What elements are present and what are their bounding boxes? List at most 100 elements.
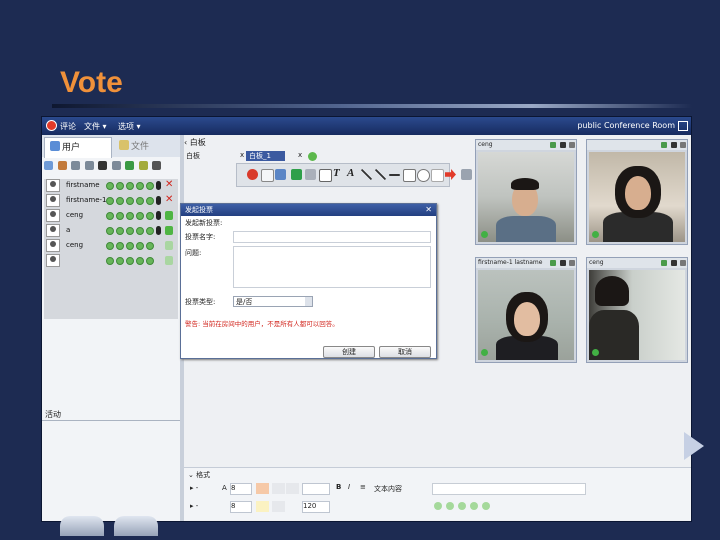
permission-icon[interactable] xyxy=(106,197,114,205)
text-content-input[interactable] xyxy=(432,483,586,495)
permission-icon[interactable] xyxy=(106,212,114,220)
align-icon[interactable]: ≡ xyxy=(360,483,366,491)
permission-icon[interactable] xyxy=(126,182,134,190)
edit-icon[interactable] xyxy=(111,161,121,170)
menu-item-options[interactable]: 选项 ▾ xyxy=(118,121,141,132)
font-size-input[interactable]: 8 xyxy=(230,483,252,495)
color-picker-icon[interactable] xyxy=(286,483,299,494)
new-page-icon[interactable] xyxy=(261,169,274,182)
mic-icon[interactable] xyxy=(671,142,677,148)
refresh-icon[interactable] xyxy=(125,161,135,170)
permission-icon[interactable] xyxy=(146,197,154,205)
user-group-icon[interactable] xyxy=(57,161,67,170)
ellipse-icon[interactable] xyxy=(417,169,430,182)
lock-icon[interactable] xyxy=(138,161,148,170)
mic-icon[interactable] xyxy=(671,260,677,266)
underline-icon[interactable] xyxy=(389,174,400,176)
italic-icon[interactable]: I xyxy=(348,483,350,491)
cancel-button[interactable]: 取消 xyxy=(379,346,431,358)
mic-icon[interactable] xyxy=(156,196,161,205)
line-style-select[interactable] xyxy=(302,483,330,495)
tab-files[interactable]: 文件 xyxy=(114,137,178,157)
permission-icon[interactable] xyxy=(146,212,154,220)
create-poll-button[interactable]: 创建 xyxy=(323,346,375,358)
font-tool-icon[interactable]: A xyxy=(347,167,354,179)
whiteboard-tab-1[interactable]: 白板 xyxy=(186,151,200,161)
last-page-icon[interactable] xyxy=(482,502,490,510)
permission-icon[interactable] xyxy=(136,227,144,235)
arrow-icon[interactable] xyxy=(445,169,456,180)
camera-icon[interactable] xyxy=(661,142,667,148)
permission-icon[interactable] xyxy=(146,227,154,235)
mic-icon[interactable] xyxy=(560,142,566,148)
bold-icon[interactable]: B xyxy=(336,483,341,491)
permission-icon[interactable] xyxy=(116,257,124,265)
permission-icon[interactable] xyxy=(136,197,144,205)
text-tool-icon[interactable]: T xyxy=(333,167,340,179)
close-tab-icon[interactable]: x xyxy=(240,151,244,159)
screen-share-icon[interactable] xyxy=(152,161,162,170)
permission-icon[interactable] xyxy=(106,182,114,190)
clear-icon[interactable] xyxy=(431,169,444,182)
app-logo-icon[interactable] xyxy=(46,120,57,131)
poll-name-input[interactable] xyxy=(233,231,431,243)
settings-icon[interactable] xyxy=(680,260,686,266)
color-picker-icon[interactable] xyxy=(272,483,285,494)
mic-icon[interactable] xyxy=(560,260,566,266)
permission-icon[interactable] xyxy=(106,227,114,235)
question-textarea[interactable] xyxy=(233,246,431,288)
close-tab-icon[interactable]: x xyxy=(298,151,302,159)
play-icon[interactable] xyxy=(458,502,466,510)
slide-nav-tab[interactable] xyxy=(60,516,104,536)
color-picker-icon[interactable] xyxy=(272,501,285,512)
permission-icon[interactable] xyxy=(126,212,134,220)
pen-icon[interactable] xyxy=(361,169,372,180)
camera-icon[interactable] xyxy=(661,260,667,266)
status-icon[interactable] xyxy=(165,256,173,265)
font-size-icon[interactable]: A xyxy=(222,484,227,492)
save-icon[interactable] xyxy=(275,169,286,180)
permission-icon[interactable] xyxy=(106,242,114,250)
mic-icon[interactable] xyxy=(98,161,108,170)
permission-icon[interactable] xyxy=(126,242,134,250)
mic-icon[interactable] xyxy=(156,181,161,190)
rectangle-icon[interactable] xyxy=(403,169,416,182)
permission-icon[interactable] xyxy=(136,212,144,220)
stop-icon[interactable] xyxy=(247,169,258,180)
mic-icon[interactable] xyxy=(156,211,161,220)
status-icon[interactable] xyxy=(165,226,173,235)
permission-icon[interactable] xyxy=(136,182,144,190)
hand-icon[interactable] xyxy=(305,169,316,180)
line-icon[interactable] xyxy=(375,169,386,180)
slide-nav-tab[interactable] xyxy=(114,516,158,536)
permission-icon[interactable] xyxy=(136,257,144,265)
user-row[interactable] xyxy=(44,254,178,268)
zoom-input[interactable]: 120 xyxy=(302,501,330,513)
user-row[interactable]: firstname ✕ xyxy=(44,179,178,193)
permission-icon[interactable] xyxy=(146,257,154,265)
permission-icon[interactable] xyxy=(116,227,124,235)
first-page-icon[interactable] xyxy=(434,502,442,510)
user-row[interactable]: a xyxy=(44,224,178,238)
settings-icon[interactable] xyxy=(569,142,575,148)
permission-icon[interactable] xyxy=(116,182,124,190)
next-slide-icon[interactable] xyxy=(684,432,704,460)
pencil-icon[interactable] xyxy=(84,161,94,170)
permission-icon[interactable] xyxy=(116,242,124,250)
mic-icon[interactable] xyxy=(156,226,161,235)
permission-icon[interactable] xyxy=(126,197,134,205)
undo-icon[interactable] xyxy=(291,169,302,180)
user-row[interactable]: ceng xyxy=(44,209,178,223)
permission-icon[interactable] xyxy=(106,257,114,265)
permission-icon[interactable] xyxy=(116,197,124,205)
prev-page-icon[interactable] xyxy=(446,502,454,510)
fill-color-swatch[interactable] xyxy=(256,483,269,494)
settings-icon[interactable] xyxy=(680,142,686,148)
poll-type-select[interactable]: 是/否 xyxy=(233,296,313,307)
permission-icon[interactable] xyxy=(126,257,134,265)
muted-icon[interactable]: ✕ xyxy=(165,195,173,205)
status-icon[interactable] xyxy=(165,211,173,220)
menu-item-file[interactable]: 文件 ▾ xyxy=(84,121,107,132)
close-icon[interactable]: ✕ xyxy=(425,204,432,216)
permission-icon[interactable] xyxy=(136,242,144,250)
